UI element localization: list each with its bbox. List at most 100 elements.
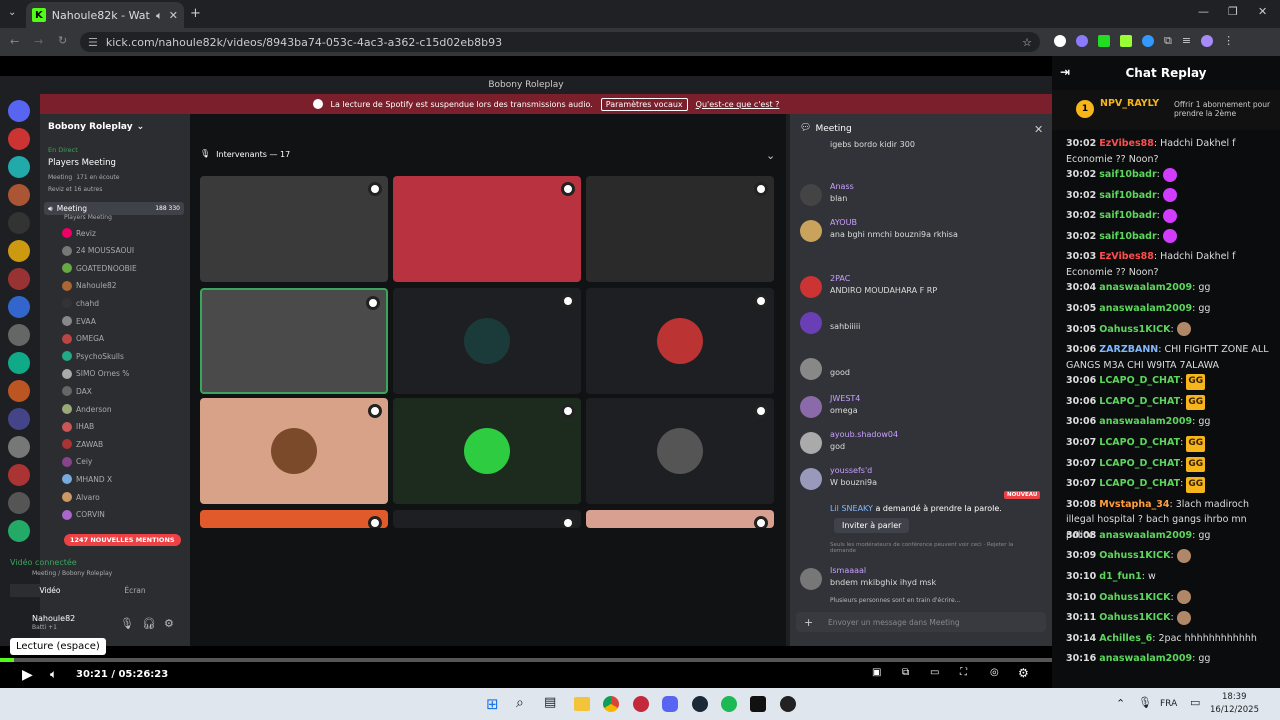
member-item[interactable]: PsychoSkulls (62, 351, 124, 362)
chrome-icon[interactable] (603, 696, 619, 712)
microphone-icon[interactable]: 🎙︎ (1138, 697, 1152, 708)
new-tab-icon[interactable]: + (190, 7, 201, 20)
message-author[interactable]: Ismaaaal (830, 566, 866, 575)
message-input[interactable]: Envoyer un message dans Meeting (796, 612, 1046, 632)
server-icon[interactable] (8, 324, 30, 346)
spotify-icon[interactable] (721, 696, 737, 712)
member-item[interactable]: IHAB (62, 421, 94, 432)
extension-icon[interactable] (1120, 35, 1132, 47)
chat-username[interactable]: Achilles_6 (1099, 633, 1152, 644)
server-icon[interactable] (8, 184, 30, 206)
more-menu-icon[interactable]: ⋮ (1223, 35, 1234, 47)
speaker-tile[interactable] (200, 510, 388, 528)
speaker-tile[interactable] (586, 398, 774, 504)
bookmark-star-icon[interactable]: ☆ (1022, 37, 1032, 48)
server-icon[interactable] (8, 436, 30, 458)
add-attachment-icon[interactable]: + (804, 617, 813, 628)
extension-icon[interactable] (1098, 35, 1110, 47)
chat-username[interactable]: Mvstapha_34 (1099, 499, 1169, 510)
chat-username[interactable]: LCAPO_D_CHAT (1099, 458, 1180, 469)
member-item[interactable]: Alvaro (62, 492, 100, 502)
spotlight-icon[interactable] (368, 404, 382, 418)
spotlight-icon[interactable] (561, 294, 575, 308)
server-icon[interactable] (8, 212, 30, 234)
task-view-icon[interactable]: ▤ (544, 696, 556, 709)
message-author[interactable]: ayoub.shadow04 (830, 430, 898, 439)
member-item[interactable]: Ceiy (62, 456, 92, 467)
server-icon[interactable] (8, 128, 30, 150)
volume-icon[interactable]: 🔈︎ (50, 668, 57, 680)
speaker-tile[interactable] (200, 176, 388, 282)
speed-icon[interactable]: ◎ (990, 668, 999, 678)
microphone-icon[interactable]: 🎙︎ (120, 618, 134, 629)
file-explorer-icon[interactable] (574, 697, 590, 711)
app-icon[interactable] (750, 696, 766, 712)
member-item[interactable]: DAX (62, 386, 92, 397)
discord-icon[interactable] (662, 696, 678, 712)
server-icon[interactable] (8, 240, 30, 262)
chat-username[interactable]: saif10badr (1099, 231, 1156, 242)
chat-username[interactable]: anaswaalam2009 (1099, 653, 1192, 664)
chat-username[interactable]: d1_fun1 (1099, 571, 1141, 582)
spotlight-icon[interactable] (561, 182, 575, 196)
pinned-gift-banner[interactable]: 1 NPV_RAYLY Offrir 1 abonnement pour pre… (1052, 90, 1280, 130)
app-icon[interactable] (780, 696, 796, 712)
member-item[interactable]: SIMO Ornes % (62, 368, 129, 379)
extension-icon[interactable] (1054, 35, 1066, 47)
windows-start-icon[interactable]: ⊞ (486, 697, 499, 712)
speaker-tile[interactable] (200, 288, 388, 394)
chat-username[interactable]: Oahuss1KICK (1099, 592, 1170, 603)
speaker-tile[interactable] (586, 510, 774, 528)
puzzle-icon[interactable]: ⧉ (1164, 35, 1172, 47)
chevron-down-icon[interactable]: ⌄ (766, 150, 775, 161)
chat-username[interactable]: saif10badr (1099, 210, 1156, 221)
speaker-tile[interactable] (393, 176, 581, 282)
member-item[interactable]: MHAND X (62, 474, 112, 485)
browser-tab[interactable]: K Nahoule82k - Watch the VO 🔈︎ ✕ (26, 2, 184, 28)
settings-gear-icon[interactable]: ⚙ (1018, 667, 1029, 679)
speaker-icon[interactable]: 🔈︎ (156, 10, 163, 21)
spotlight-icon[interactable] (754, 404, 768, 418)
tab-list-icon[interactable]: ⌄ (8, 8, 16, 18)
close-tab-icon[interactable]: ✕ (169, 10, 178, 21)
site-info-icon[interactable]: ☰ (88, 37, 98, 48)
member-item[interactable]: EVAA (62, 316, 96, 326)
steam-icon[interactable] (692, 696, 708, 712)
speaker-tile[interactable] (393, 510, 581, 528)
spotlight-icon[interactable] (368, 516, 382, 528)
server-icon[interactable] (8, 464, 30, 486)
collapse-chat-icon[interactable]: ⇥ (1060, 66, 1070, 78)
tray-chevron-icon[interactable]: ⌃ (1116, 698, 1125, 709)
server-icon[interactable] (8, 268, 30, 290)
spotlight-icon[interactable] (754, 182, 768, 196)
forward-icon[interactable]: → (34, 36, 43, 47)
server-icon[interactable] (8, 520, 30, 542)
clock-time[interactable]: 18:39 (1222, 692, 1247, 702)
member-item[interactable]: CORVIN (62, 509, 105, 520)
member-item[interactable]: OMEGA (62, 333, 104, 344)
member-item[interactable]: Reviz (62, 228, 96, 238)
chat-username[interactable]: Oahuss1KICK (1099, 324, 1170, 335)
spotlight-icon[interactable] (561, 516, 575, 528)
chat-username[interactable]: LCAPO_D_CHAT (1099, 396, 1180, 407)
spotlight-icon[interactable] (561, 404, 575, 418)
theater-mode-icon[interactable]: ▣ (872, 668, 881, 678)
back-icon[interactable]: ← (10, 36, 19, 47)
fullscreen-icon[interactable]: ⛶ (960, 668, 967, 678)
chat-username[interactable]: anaswaalam2009 (1099, 282, 1192, 293)
chat-username[interactable]: Oahuss1KICK (1099, 612, 1170, 623)
member-item[interactable]: GOATEDNOOBIE (62, 263, 137, 274)
server-name-header[interactable]: Bobony Roleplay ⌄ (48, 122, 144, 132)
chat-username[interactable]: LCAPO_D_CHAT (1099, 437, 1180, 448)
extension-icon[interactable] (1142, 35, 1154, 47)
message-author[interactable]: youssefs'd (830, 466, 872, 475)
member-item[interactable]: chahd (62, 298, 99, 309)
server-icon[interactable] (8, 156, 30, 178)
new-mentions-badge[interactable]: 1247 NOUVELLES MENTIONS (64, 534, 181, 546)
server-icon[interactable] (8, 352, 30, 374)
pip-icon[interactable]: ⧉ (902, 668, 909, 678)
chat-username[interactable]: anaswaalam2009 (1099, 303, 1192, 314)
clock-date[interactable]: 16/12/2025 (1210, 705, 1259, 715)
message-author[interactable]: JWEST4 (830, 394, 860, 403)
captions-icon[interactable]: ▭ (930, 668, 939, 678)
